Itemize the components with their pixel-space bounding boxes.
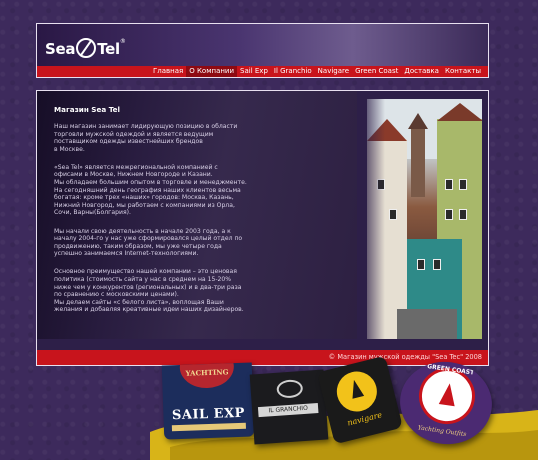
registered-mark: ® bbox=[119, 38, 126, 45]
article-paragraph: «Sea Tel» является межрегиональной компа… bbox=[54, 163, 247, 217]
nav-item-delivery[interactable]: Доставка bbox=[401, 66, 442, 77]
photo-window bbox=[445, 179, 453, 190]
article-paragraph: Наш магазин занимает лидирующую позицию … bbox=[54, 123, 238, 153]
article-paragraph: Основное преимущество нашей компании – э… bbox=[54, 268, 244, 314]
sail-exp-strip bbox=[171, 422, 246, 432]
logo-text-left: Sea bbox=[45, 40, 76, 58]
photo-window bbox=[417, 259, 425, 270]
town-street-photo bbox=[367, 99, 482, 339]
il-granchio-tag: IL GRANCHIO bbox=[257, 402, 319, 418]
nav-item-sail-exp[interactable]: Sail Exp bbox=[237, 66, 271, 77]
nav-item-contacts[interactable]: Контакты bbox=[442, 66, 484, 77]
article-paragraph: Мы начали свою деятельность в начале 200… bbox=[54, 227, 243, 258]
photo-window bbox=[433, 259, 441, 270]
article-title: Магазин Sea Tel bbox=[54, 105, 120, 114]
nav-item-il-granchio[interactable]: Il Granchio bbox=[271, 66, 315, 77]
logo-text-right: Tel bbox=[97, 40, 120, 58]
nav-item-home[interactable]: Главная bbox=[150, 66, 186, 77]
sail-exp-top-text: YACHTING bbox=[185, 367, 229, 378]
sailboat-icon bbox=[332, 367, 382, 416]
article: Магазин Sea Tel Наш магазин занимает лид… bbox=[54, 105, 274, 324]
nav-item-green-coast[interactable]: Green Coast bbox=[352, 66, 401, 77]
site-logo[interactable]: Sea Tel® bbox=[45, 38, 126, 58]
main-nav: Главная О Компании Sail Exp Il Granchio … bbox=[37, 66, 488, 77]
ornament-icon bbox=[276, 379, 304, 399]
photo-window bbox=[445, 209, 453, 220]
main-content: Магазин Sea Tel Наш магазин занимает лид… bbox=[36, 90, 489, 366]
compass-icon bbox=[76, 38, 97, 58]
photo-street bbox=[397, 309, 457, 339]
sail-exp-main-text: SAIL EXP bbox=[171, 405, 246, 424]
il-granchio-label[interactable]: IL GRANCHIO bbox=[249, 369, 329, 445]
photo-window bbox=[459, 179, 467, 190]
photo-tower bbox=[408, 113, 428, 197]
sail-exp-label[interactable]: YACHTING SAIL EXP bbox=[161, 362, 255, 440]
photo-window bbox=[459, 209, 467, 220]
photo-window bbox=[389, 209, 397, 220]
site-header: Sea Tel® Главная О Компании Sail Exp Il G… bbox=[36, 23, 489, 78]
nav-item-about[interactable]: О Компании bbox=[186, 66, 238, 77]
nav-item-navigare[interactable]: Navigare bbox=[315, 66, 352, 77]
photo-fade bbox=[367, 99, 385, 339]
